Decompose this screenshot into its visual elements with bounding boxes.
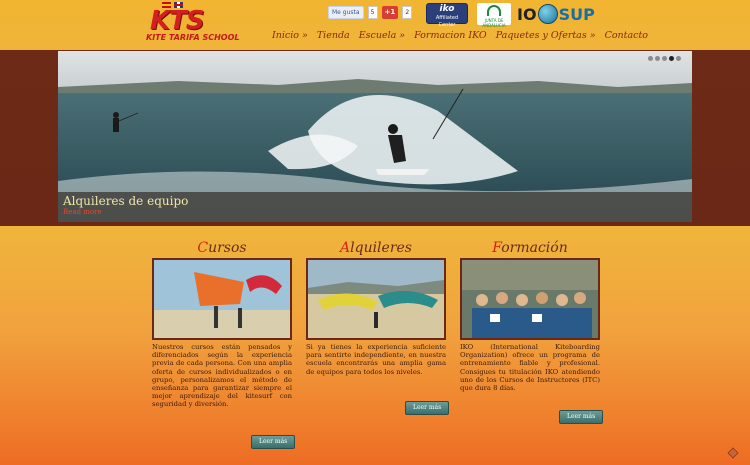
- facebook-like-button[interactable]: Me gusta: [328, 6, 364, 19]
- facebook-like-count: 5: [367, 6, 378, 19]
- nav-item-escuela[interactable]: Escuela »: [359, 30, 405, 41]
- google-plus-count: 2: [402, 6, 413, 19]
- hero-read-more-link[interactable]: Read more: [63, 208, 102, 216]
- alquileres-title[interactable]: Alquileres: [306, 239, 446, 257]
- slider-dot[interactable]: [662, 56, 667, 61]
- cursos-title-initial: C: [197, 240, 209, 256]
- iko-badge-subtitle: Affiliated Center: [435, 15, 459, 28]
- hero-title[interactable]: Alquileres de equipo: [63, 194, 188, 208]
- formacion-description: IKO (International Kiteboarding Organiza…: [460, 343, 600, 393]
- scroll-top-icon[interactable]: [727, 447, 739, 459]
- nav-item-contacto[interactable]: Contacto: [605, 30, 648, 41]
- formacion-title-initial: F: [492, 240, 502, 256]
- alquileres-read-more-button[interactable]: Leer más: [405, 401, 450, 415]
- formacion-title[interactable]: Formación: [460, 239, 600, 257]
- cursos-photo: [154, 260, 290, 338]
- main-nav: Inicio » Tienda Escuela » Formacion IKO …: [272, 30, 648, 41]
- google-plus-button[interactable]: +1: [381, 6, 399, 19]
- junta-badge-text: JUNTA DE ANDALUCIA: [482, 18, 506, 28]
- formacion-image[interactable]: [460, 258, 600, 340]
- nav-item-paquetes-ofertas[interactable]: Paquetes y Ofertas »: [496, 30, 596, 41]
- kts-logo[interactable]: KTS KITE TARIFA SCHOOL: [146, 2, 252, 46]
- alquileres-title-rest: lquileres: [350, 240, 412, 256]
- slider-pagination: [648, 56, 681, 61]
- formacion-section: Formación IKO (International Kiteboardin…: [460, 239, 604, 439]
- hero-slider[interactable]: Alquileres de equipo Read more: [58, 51, 692, 222]
- cursos-description: Nuestros cursos están pensados y diferen…: [152, 343, 292, 409]
- logo-subtitle: KITE TARIFA SCHOOL: [146, 33, 240, 42]
- nav-item-tienda[interactable]: Tienda: [317, 30, 350, 41]
- social-buttons: Me gusta 5 +1 2: [328, 6, 413, 19]
- iko-badge-title: iko: [439, 4, 455, 14]
- cursos-image[interactable]: [152, 258, 292, 340]
- nav-item-inicio[interactable]: Inicio »: [272, 30, 308, 41]
- junta-andalucia-badge[interactable]: JUNTA DE ANDALUCIA: [477, 3, 511, 28]
- slider-dot[interactable]: [676, 56, 681, 61]
- iosup-badge[interactable]: IO SUP: [517, 3, 595, 25]
- cursos-section: Cursos Nuestros cursos están pensados y …: [152, 239, 296, 459]
- globe-icon: [537, 4, 558, 24]
- site-header: KTS KITE TARIFA SCHOOL Me gusta 5 +1 2 i…: [0, 0, 750, 50]
- formacion-read-more-button[interactable]: Leer más: [559, 410, 604, 424]
- junta-arch-icon: [487, 5, 501, 16]
- formacion-title-rest: ormación: [501, 240, 568, 256]
- cursos-title-rest: ursos: [208, 240, 247, 256]
- slider-dot[interactable]: [648, 56, 653, 61]
- slider-dot-active[interactable]: [669, 56, 674, 61]
- alquileres-image[interactable]: [306, 258, 446, 340]
- formacion-photo: [462, 260, 598, 338]
- alquileres-description: Si ya tienes la experiencia suficiente p…: [306, 343, 446, 376]
- alquileres-photo: [308, 260, 444, 338]
- cursos-read-more-button[interactable]: Leer más: [251, 435, 296, 449]
- alquileres-title-initial: A: [340, 240, 351, 256]
- iosup-sup-text: SUP: [558, 4, 595, 24]
- slider-dot[interactable]: [655, 56, 660, 61]
- alquileres-section: Alquileres Si ya tienes la experiencia s…: [306, 239, 450, 429]
- cursos-title[interactable]: Cursos: [152, 239, 292, 257]
- nav-item-formacion-iko[interactable]: Formacion IKO: [414, 30, 487, 41]
- iko-affiliated-badge[interactable]: iko Affiliated Center: [426, 3, 468, 28]
- logo-text: KTS: [150, 6, 205, 36]
- iosup-io-text: IO: [517, 4, 537, 24]
